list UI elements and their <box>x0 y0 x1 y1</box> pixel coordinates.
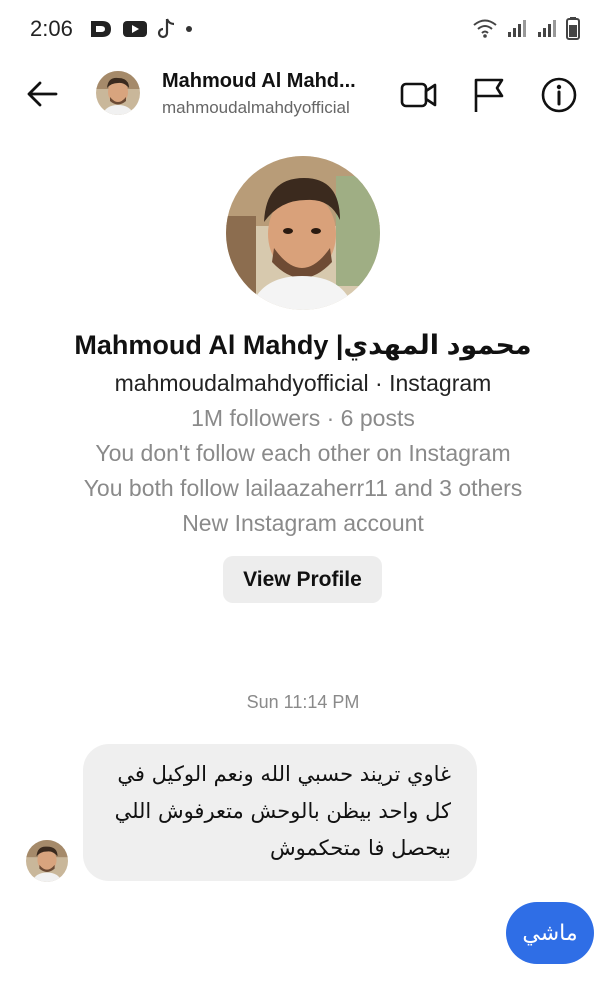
profile-name: Mahmoud Al Mahdy |محمود المهدي <box>74 330 532 360</box>
chat-header: Mahmoud Al Mahd... mahmoudalmahdyofficia… <box>0 58 606 132</box>
avatar[interactable] <box>96 71 140 115</box>
tiktok-icon <box>157 18 175 39</box>
message-line: بيحصل فا متحكموش <box>269 836 451 860</box>
dazn-icon <box>91 21 111 37</box>
message-line: كل واحد بيظن بالوحش متعرفوش اللي <box>114 799 451 823</box>
back-arrow-icon[interactable] <box>24 76 60 112</box>
signal-icon <box>538 20 556 37</box>
message-text: ماشي <box>522 920 578 946</box>
message-timestamp: Sun 11:14 PM <box>246 692 360 712</box>
video-call-icon[interactable] <box>400 76 438 114</box>
profile-stats: 1M followers · 6 posts <box>191 405 415 431</box>
flag-icon[interactable] <box>470 76 508 114</box>
dot-icon <box>186 26 192 32</box>
chat-contact-username: mahmoudalmahdyofficial <box>162 98 350 117</box>
status-bar: 2:06 <box>0 0 606 58</box>
chat-contact-name[interactable]: Mahmoud Al Mahd... <box>162 70 356 93</box>
account-note: New Instagram account <box>182 510 424 536</box>
message-line: غاوي تريند حسبي الله ونعم الوكيل في <box>117 762 451 786</box>
youtube-icon <box>123 21 147 37</box>
mutual-followers: You both follow lailaazaherr11 and 3 oth… <box>83 475 523 501</box>
follow-status: You don't follow each other on Instagram <box>95 440 511 466</box>
view-profile-button[interactable]: View Profile <box>223 556 382 603</box>
status-time: 2:06 <box>30 16 73 41</box>
battery-icon <box>566 17 580 40</box>
wifi-icon <box>473 19 497 38</box>
profile-avatar[interactable] <box>226 156 380 310</box>
info-icon[interactable] <box>540 76 578 114</box>
profile-username: mahmoudalmahdyofficial · Instagram <box>114 370 492 396</box>
incoming-message-bubble[interactable]: غاوي تريند حسبي الله ونعم الوكيل في كل و… <box>83 744 477 881</box>
signal-icon <box>508 20 526 37</box>
outgoing-message-bubble[interactable]: ماشي <box>506 902 594 964</box>
avatar[interactable] <box>26 840 68 882</box>
